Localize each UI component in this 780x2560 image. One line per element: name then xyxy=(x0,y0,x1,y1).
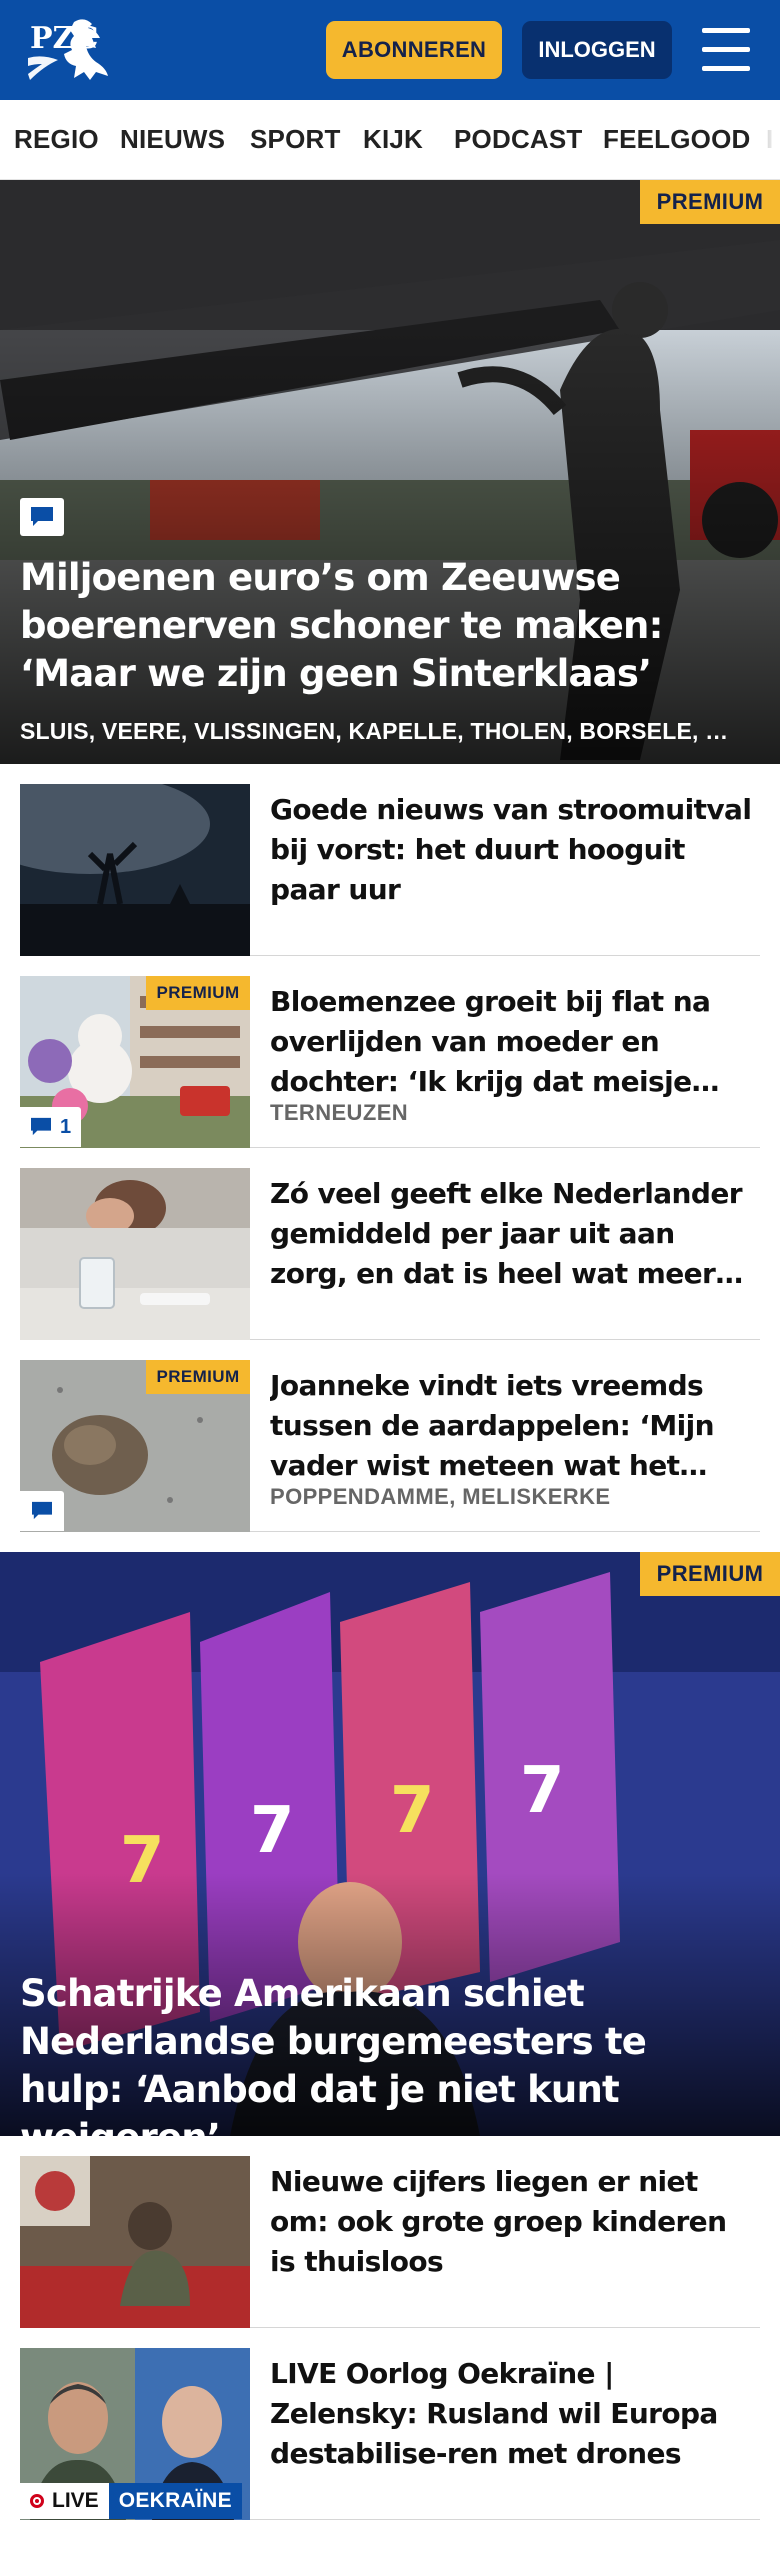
article-title[interactable]: Nieuwe cijfers liegen er niet om: ook gr… xyxy=(270,2162,758,2282)
topic-tag[interactable]: OEKRAÏNE xyxy=(108,2483,242,2519)
comment-icon xyxy=(31,1117,51,1136)
nav-item-feelgood[interactable]: FEELGOOD xyxy=(603,100,751,179)
hero-article-1[interactable]: PREMIUM Miljoenen euro’s om Zeeuwse boer… xyxy=(0,180,780,764)
premium-badge: PREMIUM xyxy=(640,180,780,224)
list-item[interactable]: Nieuwe cijfers liegen er niet om: ook gr… xyxy=(20,2156,760,2328)
site-header: PZC ABONNEREN INLOGGEN xyxy=(0,0,780,100)
article-title-text: Bloemenzee groeit bij flat na overlijden… xyxy=(270,985,711,1098)
comment-count-badge: 1 xyxy=(20,1107,82,1147)
nav-fade xyxy=(750,100,780,179)
list-item[interactable]: PREMIUM Joanneke vindt iets vreemds tuss… xyxy=(20,1360,760,1532)
list-item[interactable]: Zó veel geeft elke Nederlander gemiddeld… xyxy=(20,1168,760,1340)
hero-gradient xyxy=(0,326,780,764)
svg-text:7: 7 xyxy=(520,1754,565,1828)
comment-count: 1 xyxy=(60,1115,72,1138)
live-tag: LIVE xyxy=(20,2483,109,2519)
list-item[interactable]: Goede nieuws van stroomuitval bij vorst:… xyxy=(20,784,760,956)
subscribe-button[interactable]: ABONNEREN xyxy=(326,21,502,79)
svg-text:7: 7 xyxy=(250,1794,295,1868)
list-item[interactable]: LIVE OEKRAÏNE LIVE Oorlog Oekraïne | Zel… xyxy=(20,2348,760,2520)
login-button[interactable]: INLOGGEN xyxy=(522,21,672,79)
hero-headline[interactable]: Schatrijke Amerikaan schiet Nederlandse … xyxy=(20,1970,760,2136)
live-topic-bar: LIVE OEKRAÏNE xyxy=(20,2483,242,2519)
premium-badge: PREMIUM xyxy=(640,1552,780,1596)
article-location: POPPENDAMME, MELISKERKE xyxy=(270,1484,611,1509)
article-title[interactable]: Zó veel geeft elke Nederlander gemiddeld… xyxy=(270,1174,758,1294)
comment-icon xyxy=(20,1491,64,1531)
article-location: TERNEUZEN xyxy=(270,1100,409,1125)
comment-icon xyxy=(20,498,64,536)
nav-item-sport[interactable]: SPORT xyxy=(250,100,341,179)
article-title[interactable]: Goede nieuws van stroomuitval bij vorst:… xyxy=(270,790,758,910)
thumbnail-homeless-child xyxy=(20,2156,250,2328)
svg-text:7: 7 xyxy=(390,1774,435,1848)
article-title[interactable]: Joanneke vindt iets vreemds tussen de aa… xyxy=(270,1366,758,1486)
hero-article-2[interactable]: 7 7 7 7 PREMIUM Schatrijke Amerikaan sch… xyxy=(0,1552,780,2136)
thumbnail-sick-person xyxy=(20,1168,250,1340)
premium-badge: PREMIUM xyxy=(146,1360,250,1394)
nav-item-nieuws[interactable]: NIEUWS xyxy=(120,100,225,179)
article-title[interactable]: LIVE Oorlog Oekraïne | Zelensky: Rusland… xyxy=(270,2354,758,2474)
nav-item-regio[interactable]: REGIO xyxy=(14,100,99,179)
list-item[interactable]: PREMIUM 1 Bloemenzee groeit bij flat na … xyxy=(20,976,760,1148)
live-label: LIVE xyxy=(52,2489,99,2512)
thumbnail-storm-sky xyxy=(20,784,250,956)
nav-item-kijk[interactable]: KIJK xyxy=(363,100,423,179)
section-nav: REGIO NIEUWS SPORT KIJK PODCAST FEELGOOD… xyxy=(0,100,780,180)
article-title[interactable]: Bloemenzee groeit bij flat na overlijden… xyxy=(270,982,758,1102)
hero-locations: SLUIS, VEERE, VLISSINGEN, KAPELLE, THOLE… xyxy=(20,718,729,744)
hamburger-menu-icon[interactable] xyxy=(702,28,750,72)
hero-headline[interactable]: Miljoenen euro’s om Zeeuwse boerenerven … xyxy=(20,554,760,698)
nav-item-podcast[interactable]: PODCAST xyxy=(454,100,583,179)
pzc-logo[interactable]: PZC xyxy=(22,14,122,86)
live-dot-icon xyxy=(30,2494,44,2508)
premium-badge: PREMIUM xyxy=(146,976,250,1010)
